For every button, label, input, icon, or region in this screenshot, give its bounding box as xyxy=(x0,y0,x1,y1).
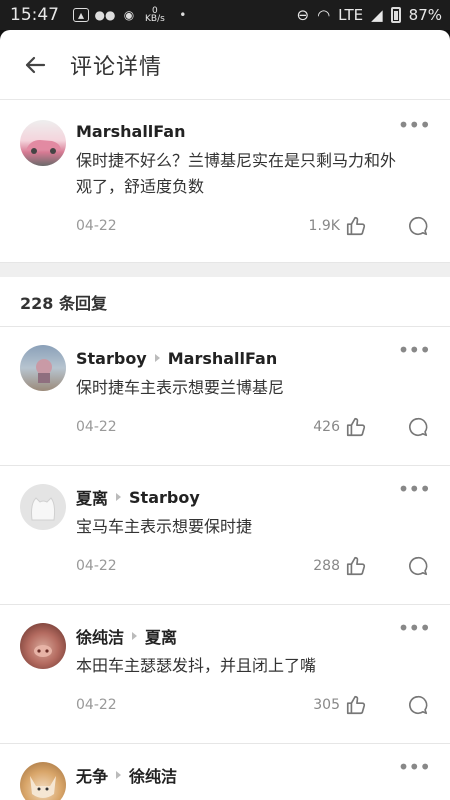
reply-item: ••• 夏离 Starboy 宝马车主表示想要保时捷 04-22 288 xyxy=(0,466,450,605)
battery-icon xyxy=(390,7,401,23)
like-count: 1.9K xyxy=(308,218,340,234)
avatar[interactable] xyxy=(20,120,66,166)
network-label: LTE xyxy=(338,6,364,24)
dnd-icon: ⊖ xyxy=(296,6,310,24)
reply-meta: 04-22 305 xyxy=(76,679,430,731)
reply-text: 宝马车主表示想要保时捷 xyxy=(76,517,253,536)
reply-author[interactable]: Starboy xyxy=(76,349,147,368)
reply-meta: 04-22 426 xyxy=(76,401,430,453)
thumbs-up-icon xyxy=(344,214,368,238)
reply-item: ••• 徐纯洁 夏离 本田车主瑟瑟发抖，并且闭上了嘴 04-22 305 xyxy=(0,605,450,744)
like-button[interactable]: 305 xyxy=(313,693,368,717)
speed-unit: KB/s xyxy=(145,14,165,24)
back-arrow-icon xyxy=(25,56,46,73)
status-bar: 15:47 ▴ ●● ◉ 0 KB/s • ⊖ ◠ LTE ◢ 87% xyxy=(0,0,450,30)
header: 评论详情 xyxy=(0,30,450,100)
reply-text: 本田车主瑟瑟发抖，并且闭上了嘴 xyxy=(76,656,317,675)
notification-icon: ◉ xyxy=(123,8,135,22)
reply-author[interactable]: 徐纯洁 xyxy=(76,624,124,648)
more-button[interactable]: ••• xyxy=(398,757,431,777)
reply-button[interactable] xyxy=(406,554,430,578)
comment-author[interactable]: MarshallFan xyxy=(76,122,185,141)
reply-to-arrow-icon xyxy=(154,354,160,362)
reply-meta: 04-22 288 xyxy=(76,540,430,592)
wechat-icon: ●● xyxy=(94,8,116,22)
dog-photo-image xyxy=(30,776,56,798)
like-button[interactable]: 426 xyxy=(313,415,368,439)
more-button[interactable]: ••• xyxy=(398,340,431,360)
like-count: 305 xyxy=(313,697,340,713)
main-comment: ••• MarshallFan 保时捷不好么？兰博基尼实在是只剩马力和外观了，舒… xyxy=(0,100,450,263)
reply-text: 保时捷车主表示想要兰博基尼 xyxy=(76,378,285,397)
comment-bubble-icon xyxy=(409,417,428,437)
comment-date: 04-22 xyxy=(76,218,117,234)
reply-target[interactable]: 夏离 xyxy=(145,624,177,648)
signal-icon: ◢ xyxy=(371,6,383,24)
thumbs-up-icon xyxy=(344,554,368,578)
comment-text: 保时捷不好么？兰博基尼实在是只剩马力和外观了，舒适度负数 xyxy=(76,151,397,196)
car-image xyxy=(26,140,61,154)
gallery-icon: ▴ xyxy=(73,8,89,22)
photo-image xyxy=(34,645,52,657)
page-title: 评论详情 xyxy=(70,54,163,80)
comment-meta: 04-22 1.9K xyxy=(76,200,430,252)
back-button[interactable] xyxy=(0,30,70,100)
reply-to-arrow-icon xyxy=(116,771,122,779)
battery-level: 87% xyxy=(408,6,442,24)
avatar[interactable] xyxy=(20,484,66,530)
network-speed: 0 KB/s xyxy=(145,7,165,24)
dot-icon: • xyxy=(179,8,187,22)
like-count: 288 xyxy=(313,558,340,574)
comment-bubble-icon xyxy=(409,556,428,576)
more-button[interactable]: ••• xyxy=(398,115,431,135)
comment-detail-sheet: 评论详情 ••• MarshallFan 保时捷不好么？兰博基尼实在是只剩马力和… xyxy=(0,30,450,800)
avatar[interactable] xyxy=(20,623,66,669)
reply-button[interactable] xyxy=(406,693,430,717)
reply-date: 04-22 xyxy=(76,697,117,713)
wifi-icon: ◠ xyxy=(317,6,331,24)
reply-target[interactable]: Starboy xyxy=(129,488,200,507)
like-button[interactable]: 288 xyxy=(313,554,368,578)
thumbs-up-icon xyxy=(344,693,368,717)
photo-image xyxy=(36,359,52,383)
reply-target[interactable]: MarshallFan xyxy=(168,349,277,368)
default-avatar-image xyxy=(31,497,56,521)
avatar[interactable] xyxy=(20,345,66,391)
reply-to-arrow-icon xyxy=(116,493,122,501)
reply-button[interactable] xyxy=(406,214,430,238)
like-count: 426 xyxy=(313,419,340,435)
section-divider xyxy=(0,263,450,277)
reply-item: ••• Starboy MarshallFan 保时捷车主表示想要兰博基尼 04… xyxy=(0,327,450,466)
avatar[interactable] xyxy=(20,762,66,800)
reply-target[interactable]: 徐纯洁 xyxy=(129,763,177,787)
comment-bubble-icon xyxy=(409,216,428,236)
thumbs-up-icon xyxy=(344,415,368,439)
more-button[interactable]: ••• xyxy=(398,479,431,499)
reply-button[interactable] xyxy=(406,415,430,439)
reply-author[interactable]: 无争 xyxy=(76,763,108,787)
comment-bubble-icon xyxy=(409,695,428,715)
reply-author[interactable]: 夏离 xyxy=(76,485,108,509)
reply-count: 228 条回复 xyxy=(0,277,450,327)
reply-date: 04-22 xyxy=(76,419,117,435)
reply-to-arrow-icon xyxy=(132,632,138,640)
reply-date: 04-22 xyxy=(76,558,117,574)
like-button[interactable]: 1.9K xyxy=(309,214,368,238)
reply-item: ••• 无争 徐纯洁 xyxy=(0,744,450,800)
more-button[interactable]: ••• xyxy=(398,618,431,638)
status-time: 15:47 xyxy=(10,5,59,25)
